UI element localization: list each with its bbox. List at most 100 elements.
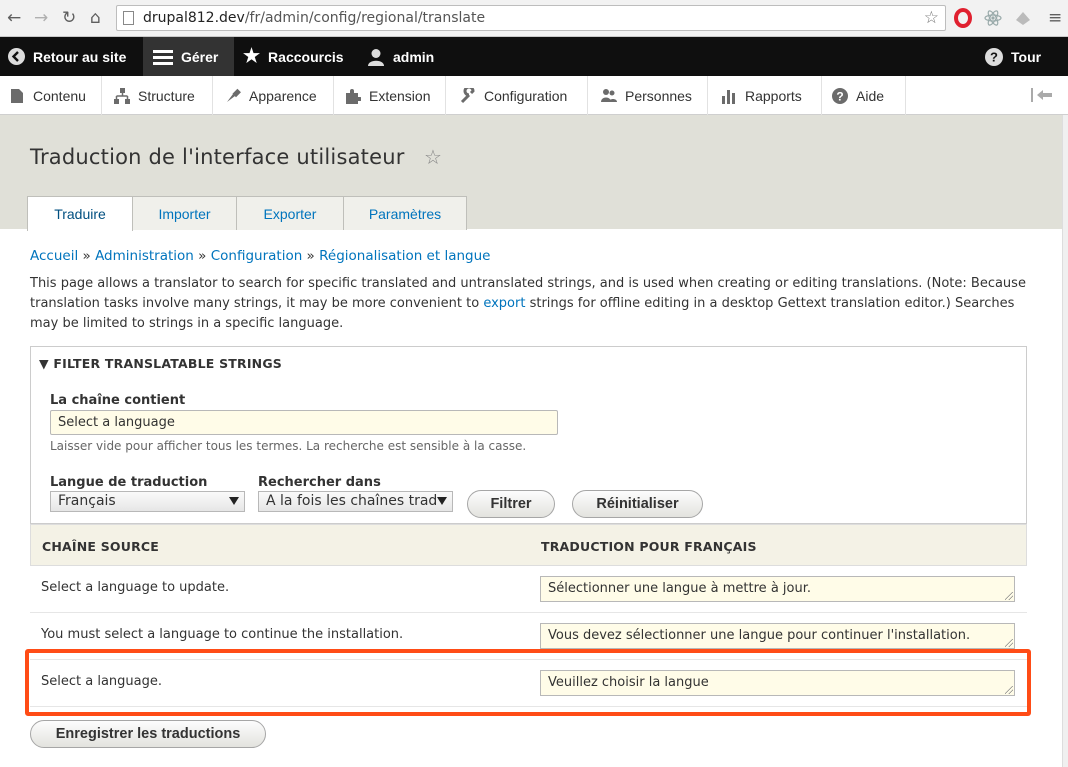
save-translations-button[interactable]: Enregistrer les traductions <box>30 720 266 748</box>
filter-legend-toggle[interactable]: ▼ FILTER TRANSLATABLE STRINGS <box>39 356 282 371</box>
tab-import[interactable]: Importer <box>132 196 237 230</box>
language-select-value: Français <box>58 493 116 509</box>
reset-button[interactable]: Réinitialiser <box>572 490 703 518</box>
resize-grip-icon[interactable] <box>1005 639 1013 647</box>
collapse-tray-icon[interactable] <box>1031 88 1053 102</box>
tray-item-label: Contenu <box>33 87 86 104</box>
breadcrumb-separator: » <box>78 248 96 264</box>
structure-icon <box>114 87 130 104</box>
tray-item-label: Aide <box>856 87 885 104</box>
tray-item-help[interactable]: ? Aide <box>822 76 906 115</box>
tour-button[interactable]: ? Tour <box>985 37 1041 76</box>
reload-icon[interactable]: ↻ <box>62 8 76 28</box>
tray-item-label: Configuration <box>484 87 568 104</box>
admin-menu-tray: Contenu Structure Apparence Extension Co… <box>0 76 1068 115</box>
tray-item-configuration[interactable]: Configuration <box>446 76 588 115</box>
resize-grip-icon[interactable] <box>1005 686 1013 694</box>
address-bar[interactable]: drupal812.dev/fr/admin/config/regional/t… <box>116 5 946 31</box>
tray-item-appearance[interactable]: Apparence <box>213 76 334 115</box>
shortcut-star-icon[interactable]: ☆ <box>424 145 442 169</box>
tray-item-reports[interactable]: Rapports <box>708 76 822 115</box>
back-to-site-label: Retour au site <box>33 48 127 65</box>
forward-arrow-icon[interactable]: → <box>34 8 48 28</box>
scrollbar[interactable] <box>1062 115 1068 767</box>
table-row: Select a language. Veuillez choisir la l… <box>30 660 1027 707</box>
tray-item-people[interactable]: Personnes <box>588 76 708 115</box>
user-label: admin <box>393 48 435 65</box>
admin-toolbar: Retour au site Gérer ★ Raccourcis admin … <box>0 37 1068 76</box>
export-link[interactable]: export <box>483 296 525 311</box>
paintbrush-icon <box>227 88 241 102</box>
source-string: Select a language to update. <box>41 580 230 595</box>
search-in-select[interactable]: A la fois les chaînes trad <box>258 491 453 512</box>
menu-icon[interactable]: ≡ <box>1048 8 1062 28</box>
manage-tab[interactable]: Gérer <box>143 37 234 76</box>
help-icon: ? <box>832 87 848 104</box>
search-in-select-value: A la fois les chaînes trad <box>266 493 438 509</box>
browser-toolbar: ← → ↻ ⌂ drupal812.dev/fr/admin/config/re… <box>0 0 1068 37</box>
breadcrumb: Accueil » Administration » Configuration… <box>30 248 490 264</box>
star-icon: ★ <box>243 46 261 67</box>
hamburger-icon <box>153 49 173 65</box>
translation-value: Veuillez choisir la langue <box>548 675 709 690</box>
back-arrow-icon[interactable]: ← <box>7 8 21 28</box>
user-icon <box>368 48 384 66</box>
table-header: CHAÎNE SOURCE TRADUCTION POUR FRANÇAIS <box>30 524 1027 566</box>
back-to-site-link[interactable]: Retour au site <box>8 37 126 76</box>
contains-help: Laisser vide pour afficher tous les term… <box>50 439 527 453</box>
contains-label: La chaîne contient <box>50 393 186 408</box>
language-label: Langue de traduction <box>50 475 208 490</box>
language-select[interactable]: Français <box>50 491 245 512</box>
source-string: Select a language. <box>41 674 162 689</box>
react-icon[interactable] <box>983 8 1003 28</box>
contains-input[interactable] <box>50 410 558 435</box>
tray-item-label: Extension <box>369 87 431 104</box>
tab-settings[interactable]: Paramètres <box>343 196 467 230</box>
manage-label: Gérer <box>181 48 219 65</box>
document-icon <box>11 88 23 103</box>
puzzle-icon <box>346 88 361 104</box>
col-source-header: CHAÎNE SOURCE <box>42 539 160 554</box>
url-text: drupal812.dev/fr/admin/config/regional/t… <box>143 10 486 26</box>
tray-item-label: Rapports <box>745 87 802 104</box>
chevron-down-icon <box>229 497 239 505</box>
breadcrumb-separator: » <box>302 248 320 264</box>
people-icon <box>601 88 617 102</box>
back-circle-icon <box>8 48 25 65</box>
tray-item-content[interactable]: Contenu <box>0 76 102 115</box>
page-description: This page allows a translator to search … <box>30 274 1030 334</box>
tab-export[interactable]: Exporter <box>236 196 344 230</box>
translation-textarea[interactable]: Vous devez sélectionner une langue pour … <box>540 623 1015 649</box>
filter-button[interactable]: Filtrer <box>467 490 555 518</box>
chevron-down-icon <box>437 497 447 505</box>
tray-item-label: Structure <box>138 87 195 104</box>
resize-grip-icon[interactable] <box>1005 592 1013 600</box>
help-circle-icon: ? <box>985 47 1003 66</box>
tray-item-extend[interactable]: Extension <box>334 76 446 115</box>
breadcrumb-home[interactable]: Accueil <box>30 248 78 264</box>
shortcuts-tab[interactable]: ★ Raccourcis <box>243 37 344 76</box>
breadcrumb-regional[interactable]: Régionalisation et langue <box>319 248 490 264</box>
extension-icon[interactable] <box>1013 8 1033 28</box>
breadcrumb-configuration[interactable]: Configuration <box>211 248 303 264</box>
user-tab[interactable]: admin <box>367 37 434 76</box>
table-row: Select a language to update. Sélectionne… <box>30 566 1027 613</box>
tray-item-structure[interactable]: Structure <box>102 76 213 115</box>
wrench-icon <box>460 87 475 103</box>
breadcrumb-separator: » <box>193 248 211 264</box>
search-in-label: Rechercher dans <box>258 475 381 490</box>
col-translation-header: TRADUCTION POUR FRANÇAIS <box>541 539 757 554</box>
page-icon <box>123 11 134 25</box>
translation-textarea[interactable]: Veuillez choisir la langue <box>540 670 1015 696</box>
svg-text:?: ? <box>836 89 843 103</box>
bookmark-star-icon[interactable]: ☆ <box>924 8 939 28</box>
table-row: You must select a language to continue t… <box>30 613 1027 660</box>
breadcrumb-administration[interactable]: Administration <box>95 248 194 264</box>
filter-fieldset: ▼ FILTER TRANSLATABLE STRINGS La chaîne … <box>30 346 1027 524</box>
home-icon[interactable]: ⌂ <box>90 8 101 28</box>
opera-icon[interactable] <box>953 8 973 28</box>
translation-textarea[interactable]: Sélectionner une langue à mettre à jour. <box>540 576 1015 602</box>
page-header: Traduction de l'interface utilisateur ☆ … <box>0 115 1062 231</box>
tab-translate[interactable]: Traduire <box>27 196 133 231</box>
tray-item-label: Personnes <box>625 87 692 104</box>
